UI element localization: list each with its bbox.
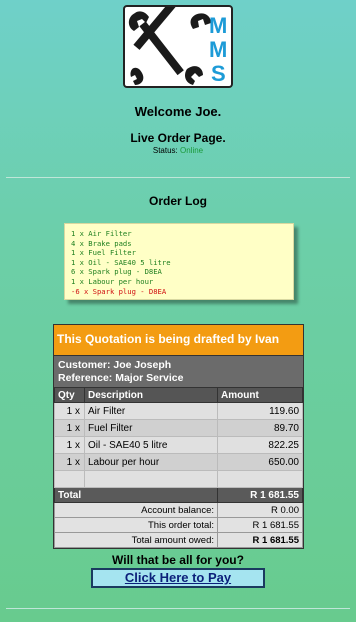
quotation-heading: This Quotation is being drafted by Ivan	[54, 325, 303, 356]
logo-letter: S	[211, 61, 226, 86]
order-log-title: Order Log	[148, 194, 207, 208]
log-entry: 1 x Oil - SAE40 5 litre	[71, 257, 171, 267]
row-description: Fuel Filter	[84, 419, 218, 437]
quotation-table: Qty Description Amount 1 x Air Filter 11…	[54, 387, 303, 548]
welcome-message: Welcome Joe.	[134, 104, 222, 119]
order-log-panel: 1 x Air Filter 4 x Brake pads 1 x Fuel F…	[64, 223, 294, 300]
status-badge: Online	[180, 146, 204, 155]
order-total-value: R 1 681.55	[217, 517, 303, 533]
mms-logo: M M S	[123, 5, 233, 88]
quotation-panel: This Quotation is being drafted by Ivan …	[53, 324, 304, 549]
status-line: Status: Online	[0, 146, 356, 155]
row-amount: 119.60	[217, 402, 303, 420]
table-row: 1 x Fuel Filter 89.70	[54, 419, 303, 437]
row-description: Oil - SAE40 5 litre	[84, 436, 218, 454]
summary-row: Account balance: R 0.00	[54, 502, 303, 518]
table-row: 1 x Oil - SAE40 5 litre 822.25	[54, 436, 303, 454]
spacer-cell	[217, 470, 303, 488]
row-amount: 822.25	[217, 436, 303, 454]
logo-letter: M	[209, 37, 227, 62]
log-entry: 4 x Brake pads	[71, 238, 132, 248]
table-spacer-row	[54, 470, 303, 488]
column-header-description: Description	[84, 387, 218, 403]
status-label: Status:	[152, 146, 178, 155]
column-header-amount: Amount	[217, 387, 303, 403]
spacer-cell	[54, 470, 85, 488]
row-qty: 1 x	[54, 402, 85, 420]
order-total-label: This order total:	[54, 517, 218, 533]
row-description: Labour per hour	[84, 453, 218, 471]
log-entry: 6 x Spark plug - D8EA	[71, 267, 162, 277]
customer-name: Customer: Joe Joseph	[58, 359, 172, 371]
total-value: R 1 681.55	[217, 487, 303, 503]
total-row: Total R 1 681.55	[54, 487, 303, 503]
log-entry: 1 x Fuel Filter	[71, 248, 136, 258]
divider	[6, 177, 350, 178]
account-balance-label: Account balance:	[54, 502, 218, 518]
account-balance-value: R 0.00	[217, 502, 303, 518]
log-entry: 1 x Air Filter	[71, 229, 132, 238]
row-amount: 89.70	[217, 419, 303, 437]
row-qty: 1 x	[54, 436, 85, 454]
log-entry: 1 x Labour per hour	[71, 276, 154, 286]
summary-row: This order total: R 1 681.55	[54, 517, 303, 533]
logo-letter: M	[209, 13, 227, 38]
row-qty: 1 x	[54, 419, 85, 437]
row-description: Air Filter	[84, 402, 218, 420]
divider	[6, 608, 350, 609]
amount-owed-value: R 1 681.55	[217, 532, 303, 548]
spacer-cell	[84, 470, 218, 488]
table-row: 1 x Labour per hour 650.00	[54, 453, 303, 471]
crossed-wrenches-icon: M M S	[128, 7, 227, 86]
customer-info: Customer: Joe Joseph Reference: Major Se…	[54, 356, 303, 387]
total-label: Total	[54, 487, 218, 503]
row-qty: 1 x	[54, 453, 85, 471]
amount-owed-label: Total amount owed:	[54, 532, 218, 548]
reference: Reference: Major Service	[58, 372, 184, 384]
pay-button[interactable]: Click Here to Pay	[91, 568, 265, 588]
table-header: Qty Description Amount	[54, 387, 303, 403]
log-entry-removed: -6 x Spark plug - D8EA	[71, 286, 167, 296]
column-header-qty: Qty	[54, 387, 85, 403]
closing-question: Will that be all for you?	[112, 553, 244, 567]
page-title: Live Order Page.	[130, 131, 226, 145]
row-amount: 650.00	[217, 453, 303, 471]
table-row: 1 x Air Filter 119.60	[54, 402, 303, 420]
summary-row: Total amount owed: R 1 681.55	[54, 532, 303, 548]
